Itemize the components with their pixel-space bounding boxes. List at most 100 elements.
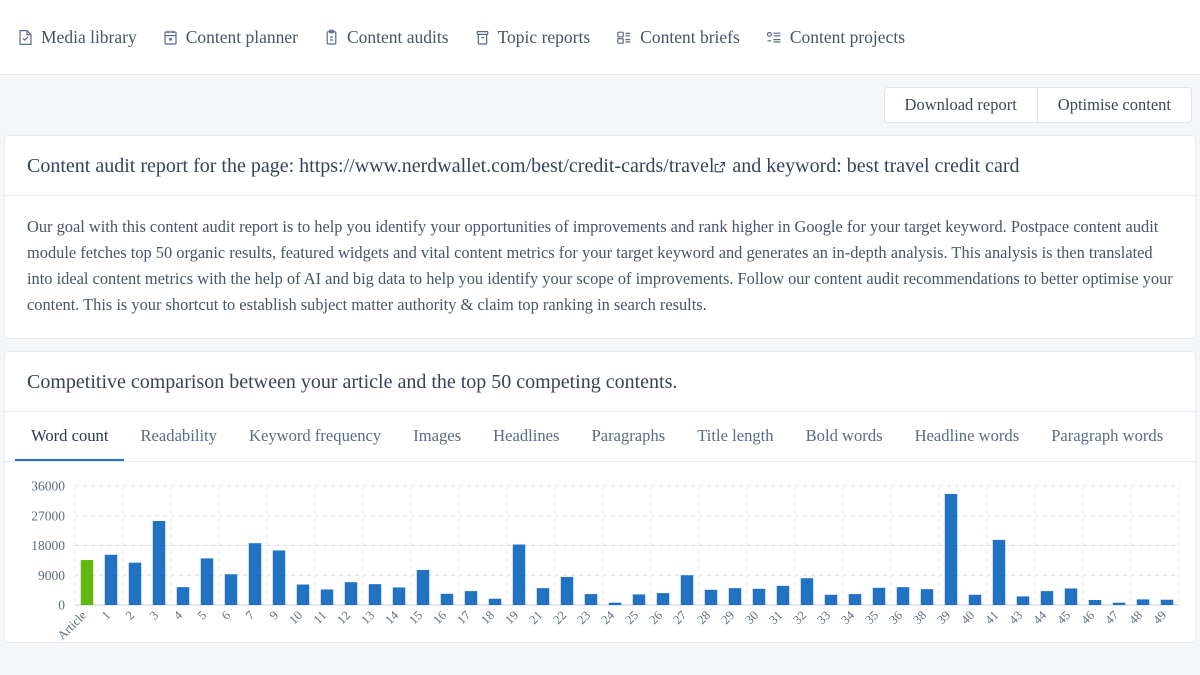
bar-competitor[interactable] <box>825 594 837 604</box>
bar-competitor[interactable] <box>1065 588 1077 605</box>
bar-competitor[interactable] <box>1113 602 1125 604</box>
x-axis-tick-label: 36 <box>886 608 905 627</box>
content-audit-report-card: Content audit report for the page: https… <box>4 135 1196 339</box>
tab-headlines[interactable]: Headlines <box>477 412 575 462</box>
report-description: Our goal with this content audit report … <box>5 196 1195 338</box>
bar-competitor[interactable] <box>801 578 813 605</box>
bar-competitor[interactable] <box>585 594 597 605</box>
report-url[interactable]: https://www.nerdwallet.com/best/credit-c… <box>299 155 714 177</box>
bar-competitor[interactable] <box>777 586 789 605</box>
bar-competitor[interactable] <box>177 587 189 605</box>
nav-item-topic-reports[interactable]: Topic reports <box>475 27 591 48</box>
download-report-button[interactable]: Download report <box>884 87 1037 123</box>
x-axis-tick-label: 28 <box>694 608 713 627</box>
x-axis-tick-label: 23 <box>574 608 593 627</box>
nav-label: Content planner <box>186 27 298 48</box>
bar-competitor[interactable] <box>1137 599 1149 605</box>
tab-paragraphs[interactable]: Paragraphs <box>575 412 681 462</box>
nav-item-media-library[interactable]: Media library <box>18 27 137 48</box>
x-axis-tick-label: 17 <box>454 608 473 627</box>
x-axis-tick-label: 29 <box>718 608 737 627</box>
bar-competitor[interactable] <box>1041 591 1053 605</box>
x-axis-tick-label: Article <box>55 608 90 643</box>
x-axis-tick-label: 46 <box>1078 608 1097 627</box>
bar-competitor[interactable] <box>489 598 501 604</box>
list-bullet-icon <box>766 29 782 46</box>
bar-competitor[interactable] <box>105 554 117 604</box>
bar-competitor[interactable] <box>705 589 717 604</box>
document-check-icon <box>18 29 33 46</box>
report-title-suffix: and keyword: best travel credit card <box>727 155 1019 177</box>
bar-competitor[interactable] <box>393 587 405 605</box>
x-axis-tick-label: 45 <box>1054 608 1073 627</box>
x-axis-tick-label: 2 <box>123 608 137 622</box>
bar-competitor[interactable] <box>561 577 573 605</box>
tab-images[interactable]: Images <box>397 412 477 462</box>
tab-word-count[interactable]: Word count <box>15 412 124 462</box>
bar-competitor[interactable] <box>129 562 141 604</box>
bar-article[interactable] <box>81 560 93 605</box>
bar-competitor[interactable] <box>609 602 621 604</box>
x-axis-tick-label: 33 <box>814 608 833 627</box>
x-axis-tick-label: 38 <box>910 608 929 627</box>
bar-competitor[interactable] <box>1017 596 1029 605</box>
tab-paragraph-words[interactable]: Paragraph words <box>1035 412 1179 462</box>
bar-competitor[interactable] <box>633 594 645 605</box>
bar-competitor[interactable] <box>657 593 669 605</box>
y-axis-tick-label: 9000 <box>38 567 65 582</box>
x-axis-tick-label: 9 <box>267 608 281 622</box>
x-axis-tick-label: 11 <box>311 608 329 626</box>
external-link-icon[interactable] <box>714 155 726 179</box>
nav-item-content-planner[interactable]: Content planner <box>163 27 298 48</box>
bar-competitor[interactable] <box>297 584 309 604</box>
bar-competitor[interactable] <box>441 593 453 604</box>
x-axis-tick-label: 49 <box>1150 608 1169 627</box>
bar-competitor[interactable] <box>417 570 429 605</box>
x-axis-tick-label: 16 <box>430 608 449 627</box>
bar-competitor[interactable] <box>849 594 861 605</box>
bar-competitor[interactable] <box>945 494 957 605</box>
x-axis-tick-label: 1 <box>99 608 113 622</box>
nav-label: Content briefs <box>640 27 740 48</box>
bar-competitor[interactable] <box>921 589 933 605</box>
x-axis-tick-label: 44 <box>1030 607 1049 626</box>
bar-competitor[interactable] <box>273 550 285 605</box>
bar-competitor[interactable] <box>729 588 741 605</box>
bar-competitor[interactable] <box>345 582 357 605</box>
bar-competitor[interactable] <box>225 574 237 605</box>
nav-label: Content projects <box>790 27 905 48</box>
bar-competitor[interactable] <box>321 589 333 605</box>
x-axis-tick-label: 30 <box>742 608 761 627</box>
tab-readability[interactable]: Readability <box>124 412 233 462</box>
nav-item-content-projects[interactable]: Content projects <box>766 27 905 48</box>
bar-competitor[interactable] <box>681 575 693 605</box>
bar-competitor[interactable] <box>465 591 477 605</box>
bar-competitor[interactable] <box>201 558 213 605</box>
report-title-prefix: Content audit report for the page: <box>27 155 299 177</box>
optimise-content-button[interactable]: Optimise content <box>1037 87 1192 123</box>
nav-label: Topic reports <box>498 27 591 48</box>
bar-competitor[interactable] <box>753 588 765 604</box>
bar-competitor[interactable] <box>1089 600 1101 605</box>
bar-competitor[interactable] <box>513 544 525 604</box>
x-axis-tick-label: 35 <box>862 608 881 627</box>
x-axis-tick-label: 3 <box>147 608 161 622</box>
x-axis-tick-label: 39 <box>934 608 953 627</box>
bar-competitor[interactable] <box>153 521 165 605</box>
tab-title-length[interactable]: Title length <box>681 412 789 462</box>
nav-item-content-audits[interactable]: Content audits <box>324 27 449 48</box>
tab-headline-words[interactable]: Headline words <box>899 412 1036 462</box>
bar-competitor[interactable] <box>369 584 381 605</box>
bar-competitor[interactable] <box>537 588 549 605</box>
bar-competitor[interactable] <box>873 587 885 604</box>
calendar-icon <box>163 29 178 46</box>
bar-competitor[interactable] <box>969 594 981 604</box>
bar-competitor[interactable] <box>993 540 1005 605</box>
tab-bold-words[interactable]: Bold words <box>790 412 899 462</box>
x-axis-tick-label: 5 <box>195 608 209 622</box>
bar-competitor[interactable] <box>897 587 909 605</box>
tab-keyword-frequency[interactable]: Keyword frequency <box>233 412 397 462</box>
nav-item-content-briefs[interactable]: Content briefs <box>616 27 740 48</box>
bar-competitor[interactable] <box>1161 599 1173 604</box>
bar-competitor[interactable] <box>249 543 261 605</box>
